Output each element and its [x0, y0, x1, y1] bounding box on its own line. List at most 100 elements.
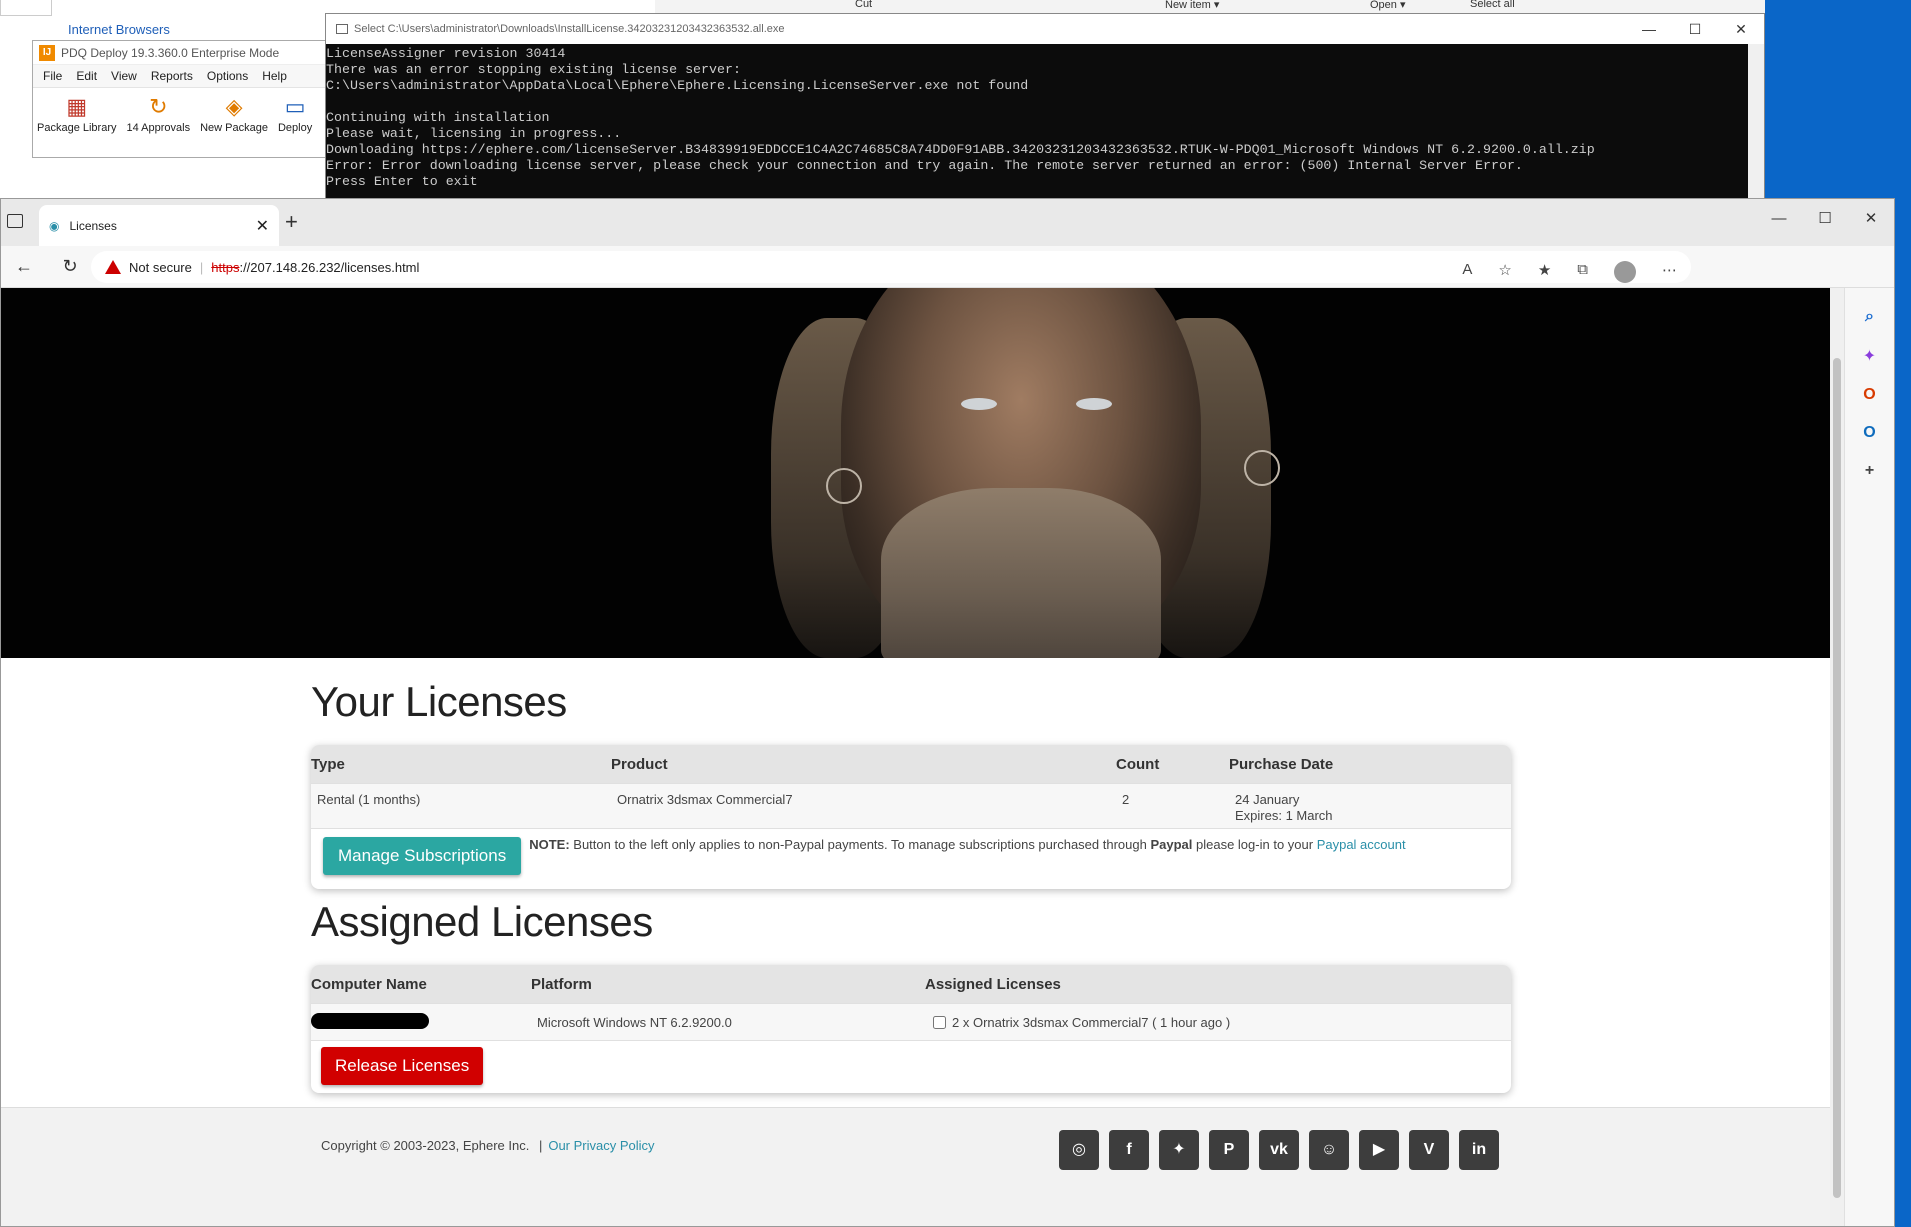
- not-secure-label[interactable]: Not secure: [129, 260, 192, 275]
- assigned-table-header: Computer Name Platform Assigned Licenses: [311, 965, 1511, 1003]
- ie-label[interactable]: Internet Browsers: [68, 22, 170, 37]
- row-assigned: 2 x Ornatrix 3dsmax Commercial7 ( 1 hour…: [933, 1015, 1230, 1030]
- hero-eye-left: [961, 398, 997, 410]
- more-icon[interactable]: ⋯: [1662, 261, 1677, 283]
- linkedin-icon[interactable]: in: [1459, 1130, 1499, 1170]
- pdq-window: IJ PDQ Deploy 19.3.360.0 Enterprise Mode…: [32, 40, 352, 158]
- new-tab-icon[interactable]: +: [285, 209, 298, 235]
- col-platform: Platform: [531, 975, 592, 993]
- address-bar[interactable]: Not secure | https://207.148.26.232/lice…: [91, 251, 1691, 283]
- note-text: NOTE: Button to the left only applies to…: [529, 837, 1405, 875]
- vimeo-icon[interactable]: V: [1409, 1130, 1449, 1170]
- minimize-icon[interactable]: —: [1626, 14, 1672, 44]
- page-scrollbar[interactable]: [1830, 288, 1844, 1226]
- new-package-label: New Package: [200, 122, 268, 134]
- pdq-menu-view[interactable]: View: [111, 69, 137, 83]
- new-package-button[interactable]: ◈ New Package: [200, 94, 268, 134]
- hero-beard: [881, 488, 1161, 658]
- console-titlebar: Select C:\Users\administrator\Downloads\…: [326, 14, 1764, 44]
- console-scrollbar[interactable]: [1748, 44, 1764, 204]
- package-library-label: Package Library: [37, 122, 117, 134]
- close-icon[interactable]: ✕: [1718, 14, 1764, 44]
- approvals-button[interactable]: ↻ 14 Approvals: [127, 94, 191, 134]
- facebook-icon[interactable]: f: [1109, 1130, 1149, 1170]
- pdq-menu-help[interactable]: Help: [262, 69, 287, 83]
- console-line: C:\Users\administrator\AppData\Local\Eph…: [326, 78, 1029, 93]
- tab-licenses[interactable]: ◉ Licenses ✕: [39, 205, 279, 246]
- release-licenses-button[interactable]: Release Licenses: [321, 1047, 484, 1085]
- pdq-menu-edit[interactable]: Edit: [76, 69, 97, 83]
- back-icon[interactable]: ←: [1, 256, 47, 277]
- read-aloud-icon[interactable]: A: [1462, 261, 1472, 283]
- minimize-icon[interactable]: —: [1756, 199, 1802, 239]
- pdq-menu-file[interactable]: File: [43, 69, 62, 83]
- console-title: Select C:\Users\administrator\Downloads\…: [354, 23, 785, 35]
- youtube-icon[interactable]: ▶: [1359, 1130, 1399, 1170]
- add-favorite-icon[interactable]: ☆: [1498, 261, 1511, 283]
- assigned-licenses-heading: Assigned Licenses: [311, 898, 653, 945]
- scrollbar-thumb[interactable]: [1833, 358, 1841, 1198]
- tab-title: Licenses: [69, 218, 117, 233]
- pdq-menu-options[interactable]: Options: [207, 69, 248, 83]
- office-icon[interactable]: O: [1845, 386, 1894, 404]
- collections-icon[interactable]: ⧉: [1577, 261, 1588, 283]
- console-line: LicenseAssigner revision 30414: [326, 46, 566, 61]
- twitter-icon[interactable]: ✦: [1159, 1130, 1199, 1170]
- console-output: LicenseAssigner revision 30414 There was…: [326, 44, 1764, 190]
- pinterest-icon[interactable]: P: [1209, 1130, 1249, 1170]
- manage-subscriptions-button[interactable]: Manage Subscriptions: [323, 837, 522, 875]
- release-row: Release Licenses: [311, 1041, 1511, 1093]
- address-bar-row: ← ↻ Not secure | https://207.148.26.232/…: [1, 246, 1894, 288]
- url-text: https://207.148.26.232/licenses.html: [211, 260, 419, 275]
- maximize-icon[interactable]: ☐: [1672, 14, 1718, 44]
- row-product: Ornatrix 3dsmax Commercial7: [617, 792, 793, 807]
- refresh-icon[interactable]: ↻: [47, 256, 93, 277]
- console-line: Press Enter to exit: [326, 174, 478, 189]
- tab-actions-icon[interactable]: [7, 214, 23, 228]
- ribbon-open[interactable]: Open ▾: [1370, 0, 1406, 11]
- ribbon-cut[interactable]: Cut: [855, 0, 872, 10]
- add-icon[interactable]: +: [1845, 462, 1894, 480]
- ribbon-select-all[interactable]: Select all: [1470, 0, 1515, 10]
- console-window-controls: — ☐ ✕: [1626, 14, 1764, 44]
- paypal-account-link[interactable]: Paypal account: [1317, 837, 1406, 852]
- instagram-icon[interactable]: ◎: [1059, 1130, 1099, 1170]
- profile-avatar[interactable]: [1614, 261, 1636, 283]
- footer-separator: |: [538, 1138, 543, 1153]
- footer-copyright: Copyright © 2003-2023, Ephere Inc. | Our …: [321, 1138, 655, 1153]
- license-checkbox[interactable]: [933, 1015, 946, 1029]
- discord-icon[interactable]: ☺: [1309, 1130, 1349, 1170]
- globe-icon: ◉: [49, 218, 60, 233]
- console-icon: [336, 24, 348, 34]
- social-links: ◎ f ✦ P vk ☺ ▶ V in: [1059, 1130, 1499, 1170]
- explorer-ribbon: Cut New item ▾ Open ▾ Select all: [655, 0, 1765, 14]
- note-label: NOTE:: [529, 837, 570, 852]
- maximize-icon[interactable]: ☐: [1802, 199, 1848, 239]
- url-separator: |: [199, 259, 204, 275]
- console-line: Downloading https://ephere.com/licenseSe…: [326, 142, 1595, 157]
- ribbon-new-item[interactable]: New item ▾: [1165, 0, 1219, 11]
- search-icon[interactable]: ⌕: [1845, 308, 1894, 326]
- row-platform: Microsoft Windows NT 6.2.9200.0: [537, 1014, 732, 1030]
- your-licenses-section: Your Licenses: [311, 678, 1511, 726]
- table-row: Rental (1 months) Ornatrix 3dsmax Commer…: [311, 783, 1511, 829]
- tab-close-icon[interactable]: ✕: [256, 216, 269, 236]
- footer: Copyright © 2003-2023, Ephere Inc. | Our …: [1, 1107, 1832, 1226]
- vk-icon[interactable]: vk: [1259, 1130, 1299, 1170]
- new-package-icon: ◈: [225, 94, 243, 119]
- pdq-menubar: File Edit View Reports Options Help: [33, 65, 351, 88]
- col-computer-name: Computer Name: [311, 975, 427, 993]
- favorites-icon[interactable]: ★: [1538, 261, 1551, 283]
- note-body: Button to the left only applies to non-P…: [569, 837, 1151, 852]
- privacy-policy-link[interactable]: Our Privacy Policy: [548, 1138, 654, 1153]
- close-icon[interactable]: ✕: [1848, 199, 1894, 239]
- manage-row: Manage Subscriptions NOTE: Button to the…: [311, 829, 1511, 889]
- pdq-menu-reports[interactable]: Reports: [151, 69, 193, 83]
- deploy-button[interactable]: ▭ Deploy: [278, 94, 312, 134]
- approvals-label: 14 Approvals: [126, 122, 191, 134]
- package-library-button[interactable]: ▦ Package Library: [37, 94, 117, 134]
- outlook-icon[interactable]: O: [1845, 424, 1894, 442]
- console-line: Please wait, licensing in progress...: [326, 126, 622, 141]
- copilot-icon[interactable]: ✦: [1845, 346, 1894, 366]
- tab-strip: ◉ Licenses ✕ + — ☐ ✕: [1, 199, 1894, 246]
